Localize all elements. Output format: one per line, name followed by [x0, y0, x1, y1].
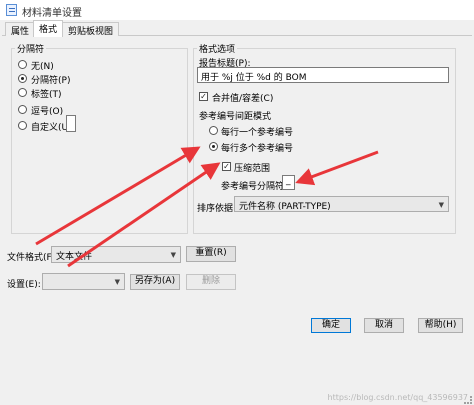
delete-button[interactable]: 删除: [186, 274, 236, 290]
help-button[interactable]: 帮助(H): [418, 318, 463, 333]
ok-button[interactable]: 确定: [311, 318, 351, 333]
chevron-down-icon: ▼: [438, 201, 444, 209]
ref-separator-input[interactable]: _: [282, 175, 295, 190]
chevron-down-icon: ▼: [170, 251, 176, 259]
radio-custom[interactable]: [18, 121, 27, 130]
radio-comma-label: 逗号(O): [31, 107, 64, 117]
radio-comma[interactable]: [18, 105, 27, 114]
radio-multiple-per-row[interactable]: [209, 142, 218, 151]
radio-tab-label: 标签(T): [31, 90, 62, 100]
radio-separator[interactable]: [18, 74, 27, 83]
tab-clipboard-view[interactable]: 剪贴板视图: [62, 22, 120, 37]
radio-none-label: 无(N): [31, 62, 54, 72]
custom-separator-input[interactable]: [66, 115, 76, 132]
cancel-button[interactable]: 取消: [364, 318, 404, 333]
resize-grip-icon[interactable]: [464, 396, 472, 404]
compress-range-checkbox[interactable]: ✓: [222, 162, 231, 171]
reset-button[interactable]: 重置(R): [186, 246, 236, 262]
app-icon: [6, 4, 17, 16]
save-as-button[interactable]: 另存为(A): [130, 274, 180, 290]
separator-group-label: 分隔符: [15, 42, 47, 55]
settings-label: 设置(E):: [7, 280, 41, 290]
file-format-dropdown[interactable]: 文本文件 ▼: [51, 246, 181, 263]
watermark: https://blog.csdn.net/qq_43596937: [327, 393, 468, 402]
report-title-input[interactable]: 用于 %j 位于 %d 的 BOM: [197, 67, 449, 83]
ref-separator-label: 参考编号分隔符: [221, 182, 285, 192]
radio-tab[interactable]: [18, 88, 27, 97]
radio-multiple-per-row-label: 每行多个参考编号: [221, 144, 294, 154]
format-options-group-label: 格式选项: [197, 42, 238, 55]
compress-range-label: 压缩范围: [234, 164, 271, 174]
file-format-value: 文本文件: [56, 252, 93, 262]
ref-spacing-mode-label: 参考编号间距模式: [199, 112, 272, 122]
tab-properties[interactable]: 属性: [5, 22, 36, 37]
tab-format[interactable]: 格式: [33, 20, 64, 37]
window-title: 材料清单设置: [22, 8, 82, 19]
radio-none[interactable]: [18, 60, 27, 69]
sort-by-dropdown[interactable]: 元件名称 (PART-TYPE) ▼: [234, 196, 449, 212]
merge-values-checkbox[interactable]: ✓: [199, 92, 208, 101]
merge-values-label: 合并值/容差(C): [212, 94, 274, 104]
radio-one-per-row-label: 每行一个参考编号: [221, 128, 294, 138]
radio-separator-label: 分隔符(P): [31, 76, 71, 86]
sort-by-label: 排序依据: [197, 204, 234, 214]
settings-dropdown[interactable]: ▼: [42, 273, 125, 290]
radio-one-per-row[interactable]: [209, 126, 218, 135]
chevron-down-icon: ▼: [114, 278, 120, 286]
sort-by-value: 元件名称 (PART-TYPE): [239, 202, 331, 212]
